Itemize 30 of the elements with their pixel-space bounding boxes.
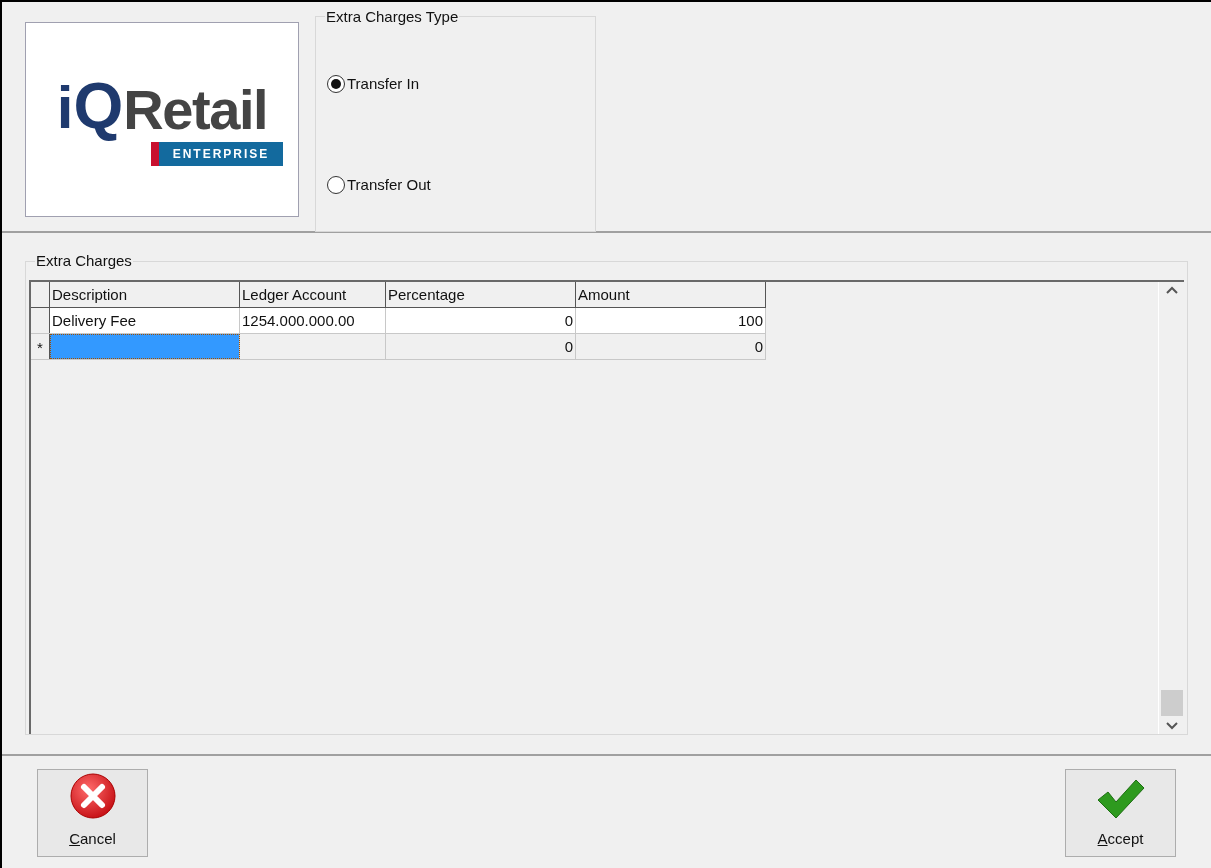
table-row[interactable]: * 0 0 [31,334,766,360]
radio-label[interactable]: Transfer Out [347,173,431,196]
scroll-up-icon[interactable] [1165,286,1178,294]
table-cell[interactable]: 0 [386,334,576,359]
column-header[interactable]: Description [50,282,240,307]
radio-label[interactable]: Transfer In [347,73,419,96]
table-cell[interactable] [50,334,240,359]
column-header[interactable]: Ledger Account [240,282,386,307]
close-icon [68,771,117,820]
group-title: Extra Charges [35,252,133,270]
column-header[interactable]: Amount [576,282,766,307]
logo-name: Retail [123,81,268,138]
scrollbar-thumb[interactable] [1160,690,1183,716]
column-header[interactable]: Percentage [386,282,576,307]
logo-mark-i: i [56,77,74,138]
accept-button[interactable]: Accept [1065,769,1176,857]
scroll-down-icon[interactable] [1165,722,1178,730]
checkmark-icon [1095,777,1146,820]
cancel-button[interactable]: Cancel [37,769,148,857]
table-cell[interactable]: 0 [386,308,576,333]
table-cell[interactable]: 0 [576,334,766,359]
table-cell[interactable]: 100 [576,308,766,333]
table-row[interactable]: Delivery Fee 1254.000.000.00 0 100 [31,308,766,334]
logo-tagline: ENTERPRISE [150,141,284,166]
group-title: Extra Charges Type [325,8,460,26]
radio-button[interactable] [327,175,345,194]
scrollbar[interactable] [1158,282,1184,734]
table-cell[interactable]: Delivery Fee [50,308,240,333]
table-cell[interactable]: 1254.000.000.00 [240,308,386,333]
radio-button[interactable] [327,75,345,94]
